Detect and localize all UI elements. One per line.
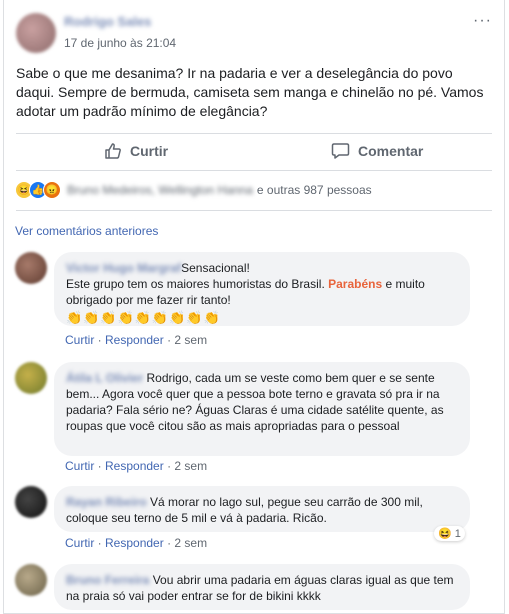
post-text: Sabe o que me desanima? Ir na padaria e … <box>16 65 484 119</box>
comment-time[interactable]: 2 sem <box>174 333 207 347</box>
comment-bubble: Bruno Ferreira Vou abrir uma padaria em … <box>54 564 470 610</box>
comment-text: Sensacional! <box>181 261 250 275</box>
more-options-icon[interactable]: ··· <box>473 12 492 30</box>
comment-author[interactable]: Victor Hugo Margraf <box>66 261 181 275</box>
haha-icon: 😆 <box>438 528 452 540</box>
comment-bubble: Victor Hugo MargrafSensacional! Este gru… <box>54 252 470 326</box>
reactions-summary[interactable]: 😆 👍 😠 Bruno Medeiros, Wellington Hanna e… <box>15 180 372 200</box>
comment-meta: Curtir · Responder · 2 sem <box>65 333 208 347</box>
reaction-others[interactable]: e outras 987 pessoas <box>257 183 372 197</box>
comment-highlight: Parabéns <box>328 277 383 291</box>
comment-avatar[interactable] <box>15 486 47 518</box>
comment-bubble-icon <box>331 143 350 159</box>
angry-icon: 😠 <box>43 181 61 199</box>
like-label: Curtir <box>130 143 169 159</box>
comment-avatar[interactable] <box>15 564 47 596</box>
comment-label: Comentar <box>358 143 424 159</box>
comment-time[interactable]: 2 sem <box>174 536 207 550</box>
comment-like-link[interactable]: Curtir <box>65 536 94 550</box>
comment-reaction-count[interactable]: 😆 1 <box>434 526 465 541</box>
thumbs-up-icon <box>105 143 121 159</box>
like-button[interactable]: Curtir <box>104 138 168 164</box>
divider <box>16 170 492 171</box>
comment-avatar[interactable] <box>15 362 47 394</box>
comment-avatar[interactable] <box>15 252 47 284</box>
comment-like-link[interactable]: Curtir <box>65 333 94 347</box>
comment-author[interactable]: Bruno Ferreira <box>66 573 149 587</box>
comment-author[interactable]: Rayan Ribeiro <box>66 495 147 509</box>
comment-like-link[interactable]: Curtir <box>65 459 94 473</box>
post-author[interactable]: Rodrigo Sales <box>64 14 151 29</box>
divider <box>16 210 492 211</box>
comment-reply-link[interactable]: Responder <box>105 536 164 550</box>
post-card: Rodrigo Sales 17 de junho às 21:04 ··· S… <box>3 0 505 614</box>
comment-bubble: Átila L Olivier Rodrigo, cada um se vest… <box>54 362 470 456</box>
clapping-hands-icon: 👏👏👏👏👏👏👏👏👏 <box>66 310 221 325</box>
comment-reply-link[interactable]: Responder <box>105 459 164 473</box>
comment-reply-link[interactable]: Responder <box>105 333 164 347</box>
view-previous-comments-link[interactable]: Ver comentários anteriores <box>15 224 158 238</box>
comment-bubble: Rayan Ribeiro Vá morar no lago sul, pegu… <box>54 486 470 532</box>
comment-meta: Curtir · Responder · 2 sem <box>65 459 208 473</box>
author-avatar[interactable] <box>16 13 56 53</box>
comment-time[interactable]: 2 sem <box>174 459 207 473</box>
comment-button[interactable]: Comentar <box>331 138 423 164</box>
post-date[interactable]: 17 de junho às 21:04 <box>64 36 176 50</box>
divider <box>16 133 492 134</box>
comment-meta: Curtir · Responder · 2 sem <box>65 536 208 550</box>
comment-text: Este grupo tem os maiores humoristas do … <box>66 277 329 291</box>
comment-author[interactable]: Átila L Olivier <box>66 371 143 385</box>
reaction-names[interactable]: Bruno Medeiros, Wellington Hanna <box>67 183 253 197</box>
